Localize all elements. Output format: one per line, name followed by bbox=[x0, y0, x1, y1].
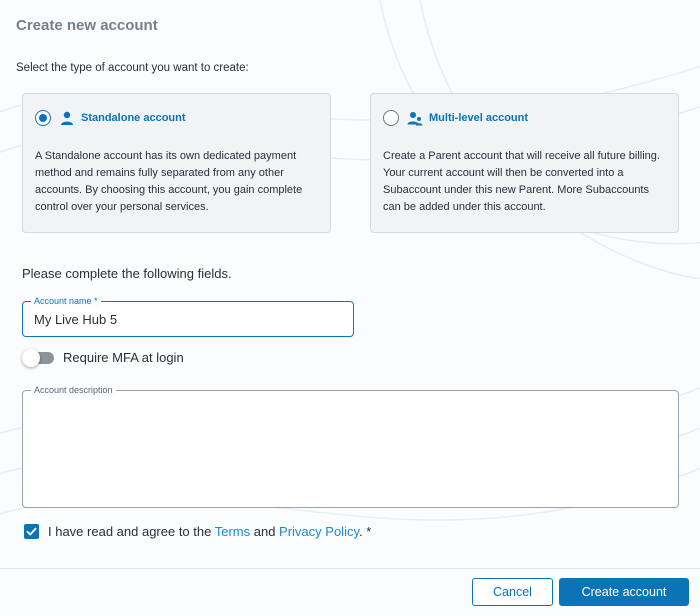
account-name-label: Account name * bbox=[31, 295, 101, 307]
create-account-button[interactable]: Create account bbox=[559, 578, 689, 606]
account-name-input[interactable]: My Live Hub 5 bbox=[34, 312, 117, 327]
agreement-row: I have read and agree to the Terms and P… bbox=[24, 524, 371, 539]
multi-level-title: Multi-level account bbox=[429, 112, 529, 124]
checkmark-icon bbox=[26, 527, 37, 536]
standalone-radio[interactable] bbox=[35, 110, 51, 126]
agreement-checkbox[interactable] bbox=[24, 524, 39, 539]
person-icon bbox=[61, 111, 73, 125]
fields-intro: Please complete the following fields. bbox=[22, 266, 232, 281]
mfa-toggle-knob bbox=[22, 348, 40, 367]
account-description-field[interactable]: Account description bbox=[22, 384, 679, 508]
account-type-instructions: Select the type of account you want to c… bbox=[16, 62, 249, 74]
cancel-button[interactable]: Cancel bbox=[472, 578, 553, 606]
standalone-description: A Standalone account has its own dedicat… bbox=[35, 150, 303, 213]
account-name-field[interactable]: Account name * My Live Hub 5 bbox=[22, 295, 354, 337]
privacy-policy-link[interactable]: Privacy Policy bbox=[279, 524, 359, 539]
agreement-text: I have read and agree to the Terms and P… bbox=[48, 524, 372, 539]
multi-level-account-option[interactable]: Multi-level account Create a Parent acco… bbox=[370, 93, 679, 233]
footer-divider bbox=[0, 568, 700, 569]
account-description-label: Account description bbox=[31, 384, 116, 396]
standalone-title: Standalone account bbox=[81, 112, 186, 124]
mfa-toggle-row[interactable]: Require MFA at login bbox=[22, 348, 184, 367]
mfa-toggle[interactable] bbox=[22, 348, 54, 367]
dialog-title: Create new account bbox=[16, 17, 158, 34]
standalone-account-option[interactable]: Standalone account A Standalone account … bbox=[22, 93, 331, 233]
people-icon bbox=[407, 112, 423, 126]
terms-link[interactable]: Terms bbox=[215, 524, 250, 539]
multi-level-description: Create a Parent account that will receiv… bbox=[383, 150, 660, 213]
mfa-toggle-label: Require MFA at login bbox=[63, 350, 184, 365]
multi-level-radio[interactable] bbox=[383, 110, 399, 126]
